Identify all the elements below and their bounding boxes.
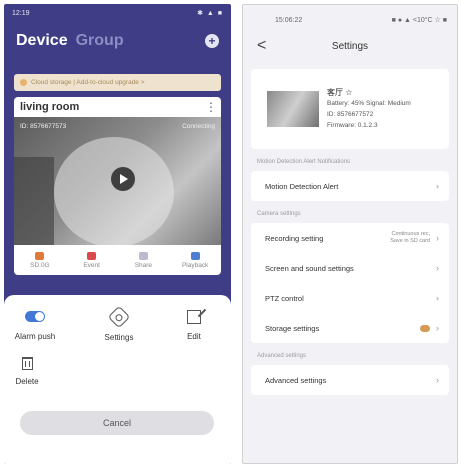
action-share-label: Share: [134, 261, 153, 269]
play-icon: [120, 174, 128, 184]
device-info-card[interactable]: 客厅 ☆ Battery: 45% Signal: Medium ID: 857…: [251, 69, 449, 149]
warning-icon: [20, 79, 27, 86]
option-alarm-push[interactable]: Alarm push: [4, 305, 70, 341]
status-icons: ■ ● ▲ <10°C ☆ ■: [391, 17, 447, 24]
row-screen-sound[interactable]: Screen and sound settings ›: [251, 253, 449, 283]
status-time: 15:06:22: [275, 16, 303, 24]
chevron-right-icon: ›: [436, 263, 439, 273]
action-event[interactable]: Event: [66, 245, 118, 275]
row-label: Recording setting: [265, 233, 324, 243]
recording-summary: Continuous rec, Save in SD card: [390, 231, 430, 244]
playback-icon: [190, 251, 200, 260]
edit-icon: [187, 310, 201, 324]
option-alarm-push-label: Alarm push: [14, 332, 56, 341]
chevron-right-icon: ›: [436, 375, 439, 385]
camera-id: ID: 8576677573: [20, 123, 67, 130]
status-bar: 12:19 ✱ ▲ ■: [4, 4, 231, 22]
option-edit[interactable]: Edit: [159, 305, 229, 341]
section-label-motion: Motion Detection Alert Notifications: [257, 159, 351, 165]
trash-icon: [21, 357, 33, 370]
back-icon[interactable]: <: [257, 37, 266, 55]
banner-text: Cloud storage | Add-to-cloud upgrade >: [31, 79, 145, 86]
status-bar: 15:06:22 ■ ● ▲ <10°C ☆ ■: [243, 11, 457, 29]
option-settings-label: Settings: [104, 333, 134, 342]
alarm-icon: [87, 251, 97, 260]
cloud-banner[interactable]: Cloud storage | Add-to-cloud upgrade >: [14, 74, 221, 91]
section-label-camera: Camera settings: [257, 211, 301, 217]
action-event-label: Event: [83, 261, 100, 269]
action-sd[interactable]: SD.0G: [14, 245, 66, 275]
section-label-advanced: Advanced settings: [257, 353, 307, 359]
preview-light: [54, 137, 174, 245]
cloud-icon: [420, 324, 430, 332]
tab-device[interactable]: Device: [16, 32, 68, 50]
row-recording[interactable]: Recording setting Continuous rec, Save i…: [251, 223, 449, 253]
device-card-header: living room ⋮: [14, 97, 221, 117]
row-ptz[interactable]: PTZ control ›: [251, 283, 449, 313]
row-label: Motion Detection Alert: [265, 181, 339, 191]
device-id: ID: 8576677572: [327, 111, 374, 118]
room-name: living room: [20, 101, 80, 113]
connection-status: Connecting: [182, 123, 215, 130]
action-share[interactable]: Share: [118, 245, 170, 275]
group-motion: Motion Detection Alert ›: [251, 171, 449, 201]
sd-card-icon: [35, 251, 45, 260]
device-details: 客厅 ☆ Battery: 45% Signal: Medium ID: 857…: [327, 87, 411, 131]
camera-thumbnail: [267, 91, 319, 127]
preview-shadow: [14, 157, 54, 245]
status-icons: ✱ ▲ ■: [197, 10, 223, 17]
chevron-right-icon: ›: [436, 323, 439, 333]
group-camera: Recording setting Continuous rec, Save i…: [251, 223, 449, 343]
add-device-button[interactable]: +: [205, 34, 219, 48]
cancel-button[interactable]: Cancel: [20, 411, 214, 435]
row-motion-detection[interactable]: Motion Detection Alert ›: [251, 171, 449, 201]
more-icon[interactable]: ⋮: [205, 100, 217, 114]
chevron-right-icon: ›: [436, 181, 439, 191]
settings-screen: 15:06:22 ■ ● ▲ <10°C ☆ ■ < Settings 客厅 ☆…: [242, 4, 458, 464]
row-label: PTZ control: [265, 293, 304, 303]
row-label: Screen and sound settings: [265, 263, 354, 273]
row-label: Storage settings: [265, 323, 320, 333]
play-button[interactable]: [111, 167, 135, 191]
row-storage[interactable]: Storage settings ›: [251, 313, 449, 343]
device-actions: SD.0G Event Share Playback: [14, 245, 221, 275]
row-label: Advanced settings: [265, 375, 327, 385]
tab-group[interactable]: Group: [76, 32, 124, 50]
action-playback-label: Playback: [181, 261, 209, 269]
option-delete-label: Delete: [15, 377, 39, 386]
row-advanced[interactable]: Advanced settings ›: [251, 365, 449, 395]
gear-icon: [107, 305, 131, 329]
alarm-push-toggle[interactable]: [25, 311, 45, 322]
group-advanced: Advanced settings ›: [251, 365, 449, 395]
share-icon: [138, 251, 148, 260]
option-edit-label: Edit: [187, 332, 201, 341]
status-time: 12:19: [12, 9, 30, 17]
bottom-sheet: Alarm push Settings Edit Delete Cancel: [4, 295, 231, 464]
action-sd-label: SD.0G: [30, 261, 50, 269]
screenshot-root: 12:19 ✱ ▲ ■ Device Group + Cloud storage…: [0, 0, 462, 468]
battery-signal: Battery: 45% Signal: Medium: [327, 100, 411, 107]
chevron-right-icon: ›: [436, 293, 439, 303]
option-delete[interactable]: Delete: [4, 355, 62, 386]
top-tabs: Device Group +: [4, 22, 231, 60]
action-playback[interactable]: Playback: [169, 245, 221, 275]
chevron-right-icon: ›: [436, 233, 439, 243]
option-settings[interactable]: Settings: [84, 305, 154, 342]
nav-bar: < Settings: [243, 29, 457, 63]
firmware: Firmware: 0.1.2.3: [327, 122, 378, 129]
camera-preview[interactable]: ID: 8576677573 Connecting: [14, 117, 221, 245]
device-name: 客厅 ☆: [327, 88, 353, 97]
device-list-screen: 12:19 ✱ ▲ ■ Device Group + Cloud storage…: [4, 4, 231, 464]
page-title: Settings: [331, 40, 369, 52]
